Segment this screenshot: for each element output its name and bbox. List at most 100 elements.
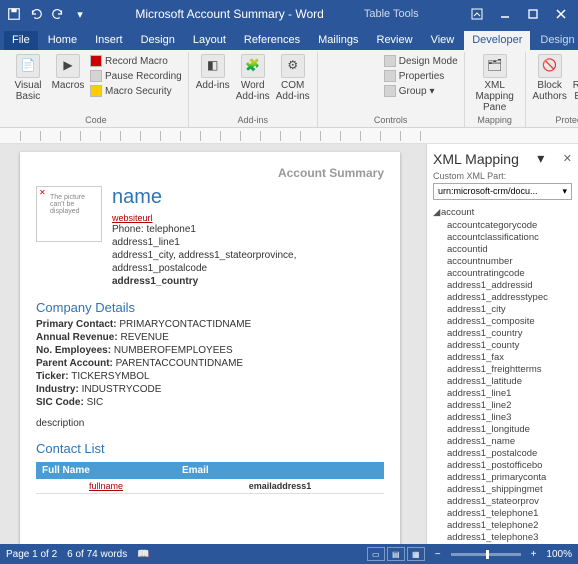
redo-icon[interactable] (48, 4, 68, 24)
xml-field[interactable]: address1_addressid (447, 279, 578, 291)
xml-field[interactable]: address1_line2 (447, 399, 578, 411)
close-icon[interactable] (548, 4, 574, 24)
xml-mapping-pane-button[interactable]: 🗂XML Mapping Pane (471, 54, 519, 113)
contact-table-row[interactable]: fullname emailaddress1 (36, 479, 384, 494)
address-city-state-field[interactable]: address1_city, address1_stateorprovince, (112, 249, 384, 262)
addins-button[interactable]: ◧Add-ins (195, 54, 231, 91)
xml-field[interactable]: address1_longitude (447, 423, 578, 435)
close-pane-icon[interactable]: ✕ (563, 152, 572, 165)
zoom-out-button[interactable]: − (435, 549, 441, 560)
ribbon-options-icon[interactable] (464, 4, 490, 24)
properties-button[interactable]: Properties (384, 69, 458, 83)
xml-field[interactable]: address1_shippingmet (447, 483, 578, 495)
xml-field[interactable]: address1_city (447, 303, 578, 315)
website-field[interactable]: websiteurl (112, 213, 384, 223)
zoom-level[interactable]: 100% (546, 549, 572, 560)
xml-field[interactable]: address1_addresstypec (447, 291, 578, 303)
xml-field[interactable]: address1_country (447, 327, 578, 339)
tab-view[interactable]: View (423, 31, 463, 50)
chevron-down-icon[interactable]: ▾ (537, 150, 544, 167)
tab-design[interactable]: Design (133, 31, 183, 50)
address-postal-field[interactable]: address1_postalcode (112, 262, 384, 275)
xml-field[interactable]: address1_line3 (447, 411, 578, 423)
xml-field[interactable]: address1_telephone2 (447, 519, 578, 531)
tab-file[interactable]: File (4, 31, 38, 50)
restrict-editing-button[interactable]: 🔒Restrict Editing (572, 54, 578, 102)
contact-email-field[interactable]: emailaddress1 (176, 479, 384, 493)
read-mode-button[interactable]: ▭ (367, 547, 385, 561)
pause-recording-button[interactable]: Pause Recording (90, 69, 182, 83)
zoom-in-button[interactable]: + (531, 549, 537, 560)
tab-insert[interactable]: Insert (87, 31, 131, 50)
macro-security-button[interactable]: Macro Security (90, 84, 182, 98)
detail-value[interactable]: TICKERSYMBOL (71, 371, 149, 382)
address-country-field[interactable]: address1_country (112, 275, 384, 288)
tab-table-design[interactable]: Design (532, 31, 578, 50)
tab-layout[interactable]: Layout (185, 31, 234, 50)
save-icon[interactable] (4, 4, 24, 24)
phone-label: Phone: (112, 224, 144, 235)
record-macro-button[interactable]: Record Macro (90, 54, 182, 68)
custom-xml-part-dropdown[interactable]: urn:microsoft-crm/docu... ▾ (433, 183, 572, 200)
tab-home[interactable]: Home (40, 31, 85, 50)
tab-developer[interactable]: Developer (464, 31, 530, 50)
design-mode-button[interactable]: Design Mode (384, 54, 458, 68)
spellcheck-icon[interactable]: 📖 (137, 549, 149, 560)
xml-field[interactable]: address1_telephone1 (447, 507, 578, 519)
xml-field[interactable]: address1_county (447, 339, 578, 351)
undo-icon[interactable] (26, 4, 46, 24)
xml-field[interactable]: address1_telephone3 (447, 531, 578, 543)
xml-field[interactable]: address1_composite (447, 315, 578, 327)
contact-fullname-field[interactable]: fullname (36, 479, 176, 493)
zoom-slider[interactable] (451, 553, 521, 556)
phone-field[interactable]: telephone1 (146, 224, 196, 235)
xml-tree-root[interactable]: ◢account (433, 206, 578, 219)
tab-mailings[interactable]: Mailings (310, 31, 366, 50)
block-authors-button[interactable]: 🚫Block Authors (532, 54, 568, 102)
xml-pane-sublabel: Custom XML Part: (427, 171, 578, 183)
tab-references[interactable]: References (236, 31, 308, 50)
xml-tree[interactable]: ◢account accountcategorycodeaccountclass… (427, 204, 578, 544)
maximize-icon[interactable] (520, 4, 546, 24)
visual-basic-button[interactable]: 📄Visual Basic (10, 54, 46, 102)
xml-field[interactable]: accountratingcode (447, 267, 578, 279)
xml-field[interactable]: address1_line1 (447, 387, 578, 399)
xml-field[interactable]: address1_latitude (447, 375, 578, 387)
description-field[interactable]: description (36, 418, 384, 429)
xml-field[interactable]: address1_fax (447, 351, 578, 363)
detail-value[interactable]: PRIMARYCONTACTIDNAME (119, 319, 251, 330)
xml-field[interactable]: address1_stateorprov (447, 495, 578, 507)
xml-field[interactable]: accountnumber (447, 255, 578, 267)
document-canvas[interactable]: Account Summary The picture can't be dis… (0, 144, 426, 544)
xml-field[interactable]: address1_freightterms (447, 363, 578, 375)
print-layout-button[interactable]: ▤ (387, 547, 405, 561)
xml-field[interactable]: address1_primaryconta (447, 471, 578, 483)
detail-value[interactable]: PARENTACCOUNTIDNAME (116, 358, 243, 369)
xml-field[interactable]: address1_name (447, 435, 578, 447)
word-addins-button[interactable]: 🧩Word Add-ins (235, 54, 271, 102)
xml-field[interactable]: accountid (447, 243, 578, 255)
contact-table-header: Full Name Email (36, 462, 384, 479)
minimize-icon[interactable] (492, 4, 518, 24)
document-page[interactable]: Account Summary The picture can't be dis… (20, 152, 400, 544)
xml-field[interactable]: accountcategorycode (447, 219, 578, 231)
xml-field[interactable]: accountclassificationc (447, 231, 578, 243)
tab-review[interactable]: Review (369, 31, 421, 50)
xml-field[interactable]: address1_postofficebo (447, 459, 578, 471)
group-button[interactable]: Group ▾ (384, 84, 458, 98)
word-count[interactable]: 6 of 74 words (67, 549, 127, 560)
detail-value[interactable]: REVENUE (120, 332, 168, 343)
account-name-field[interactable]: name (112, 186, 384, 209)
web-layout-button[interactable]: ▦ (407, 547, 425, 561)
xml-field[interactable]: address1_postalcode (447, 447, 578, 459)
macros-button[interactable]: ▶Macros (50, 54, 86, 91)
qat-dropdown-icon[interactable]: ▾ (70, 4, 90, 24)
detail-value[interactable]: NUMBEROFEMPLOYEES (114, 345, 233, 356)
detail-value[interactable]: SIC (87, 397, 104, 408)
image-placeholder[interactable]: The picture can't be displayed (36, 186, 102, 242)
address-line1-field[interactable]: address1_line1 (112, 236, 384, 249)
horizontal-ruler[interactable] (0, 128, 578, 144)
detail-value[interactable]: INDUSTRYCODE (82, 384, 162, 395)
page-indicator[interactable]: Page 1 of 2 (6, 549, 57, 560)
com-addins-button[interactable]: ⚙COM Add-ins (275, 54, 311, 102)
